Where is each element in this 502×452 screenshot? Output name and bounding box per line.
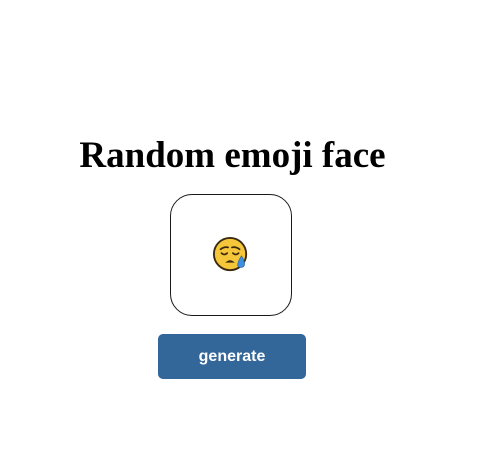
generate-button[interactable]: generate — [158, 334, 306, 379]
page-title: Random emoji face — [79, 135, 386, 176]
sad-relieved-face-with-sweat-drop-icon — [212, 236, 248, 272]
emoji-display-card — [170, 194, 292, 316]
emoji-app: Random emoji face generate — [0, 0, 465, 452]
